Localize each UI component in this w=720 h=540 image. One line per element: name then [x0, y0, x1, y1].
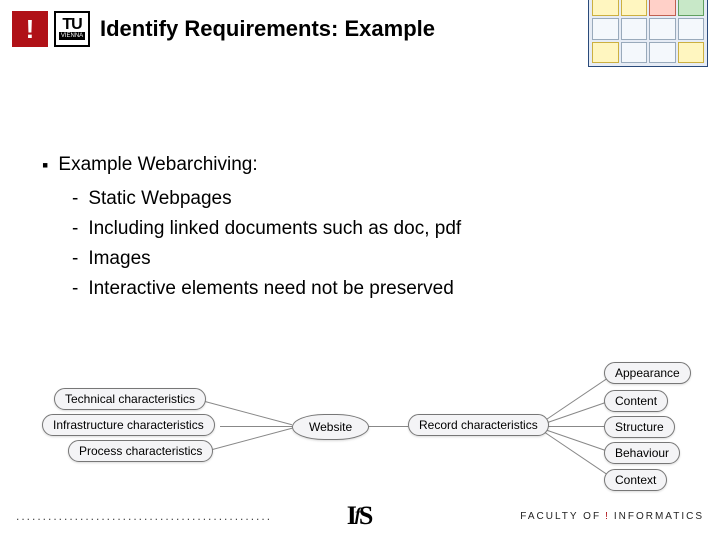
map-node-center: Website — [292, 414, 369, 440]
slide-body: ▪ Example Webarchiving: - Static Webpage… — [42, 150, 690, 304]
square-bullet-icon: ▪ — [42, 150, 48, 180]
dash-bullet-icon: - — [72, 244, 78, 274]
logo-tu-text: TU — [62, 18, 81, 32]
map-node-right: Context — [604, 469, 667, 491]
dash-bullet-icon: - — [72, 214, 78, 244]
ifs-s: S — [359, 501, 373, 530]
slide-header: ! TU VIENNA Identify Requirements: Examp… — [12, 6, 708, 52]
map-node-left: Technical characteristics — [54, 388, 206, 410]
ifs-logo: IfS — [347, 501, 374, 531]
concept-map: Website Technical characteristics Infras… — [20, 356, 700, 496]
bullet-level1: ▪ Example Webarchiving: — [42, 150, 690, 180]
slide-footer: ........................................… — [16, 502, 704, 530]
tu-vienna-logo: TU VIENNA — [54, 11, 90, 47]
footer-dots: ........................................… — [16, 509, 272, 523]
faculty-pretext: FACULTY OF — [520, 511, 601, 522]
map-node-record: Record characteristics — [408, 414, 549, 436]
bullet-level2: - Interactive elements need not be prese… — [42, 274, 690, 304]
map-node-right: Structure — [604, 416, 675, 438]
bullet-level2: - Static Webpages — [42, 184, 690, 214]
logo-vienna-text: VIENNA — [59, 32, 85, 40]
map-node-right: Content — [604, 390, 668, 412]
bullet-item: Images — [88, 244, 150, 274]
bullet-level2: - Images — [42, 244, 690, 274]
bullet-level2: - Including linked documents such as doc… — [42, 214, 690, 244]
dash-bullet-icon: - — [72, 184, 78, 214]
map-node-left: Infrastructure characteristics — [42, 414, 215, 436]
bullet-item: Including linked documents such as doc, … — [88, 214, 461, 244]
faculty-label: FACULTY OF ! INFORMATICS — [520, 511, 704, 522]
faculty-word: INFORMATICS — [614, 511, 704, 522]
map-node-left: Process characteristics — [68, 440, 213, 462]
dash-bullet-icon: - — [72, 274, 78, 304]
institution-mark-icon: ! — [12, 11, 48, 47]
faculty-bang-icon: ! — [605, 511, 610, 522]
bullet-item: Static Webpages — [88, 184, 231, 214]
map-node-right: Behaviour — [604, 442, 680, 464]
process-diagram-thumbnail — [588, 0, 708, 67]
map-node-right: Appearance — [604, 362, 691, 384]
bullet-item: Interactive elements need not be preserv… — [88, 274, 453, 304]
slide-title: Identify Requirements: Example — [100, 16, 435, 42]
bullet-heading: Example Webarchiving: — [58, 150, 257, 180]
